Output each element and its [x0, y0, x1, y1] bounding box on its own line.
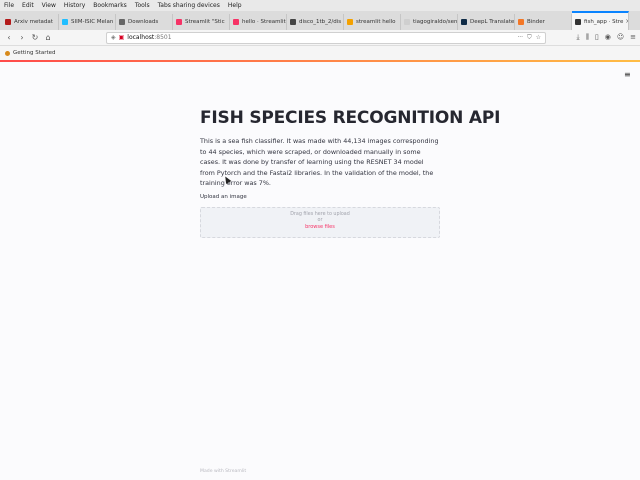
shield-icon: ◈	[111, 34, 116, 41]
reload-icon[interactable]: ↻	[30, 33, 40, 43]
more-actions-icon[interactable]: ···	[517, 34, 523, 42]
browser-tab[interactable]: hello · Streamlit	[230, 14, 287, 30]
menu-item-edit[interactable]: Edit	[22, 0, 34, 11]
tab-favicon-icon	[62, 19, 68, 25]
footer-made-with[interactable]: Made with Streamlit	[200, 469, 246, 474]
browser-tab[interactable]: SIIM-ISIC Melan	[59, 14, 116, 30]
tab-label: DeepL Translate	[470, 19, 515, 25]
tab-label: Streamlit "Stic	[185, 19, 225, 25]
streamlit-decoration-bar	[0, 60, 640, 62]
extension-icon[interactable]: ◉	[605, 33, 611, 42]
url-bar[interactable]: ◈ ▣ localhost:8501 ··· ⛉ ☆	[106, 31, 546, 44]
close-tab-icon[interactable]: ×	[623, 18, 628, 25]
menu-item-history[interactable]: History	[64, 0, 85, 11]
hamburger-menu-icon[interactable]: ≡	[624, 70, 631, 79]
tab-favicon-icon	[176, 19, 182, 25]
page-info-icon: ▣	[118, 34, 125, 41]
browser-tab[interactable]: DeepL Translate	[458, 14, 515, 30]
app-description: This is a sea fish classifier. It was ma…	[200, 137, 439, 187]
browser-tab[interactable]: Arxiv metadat	[2, 14, 59, 30]
sidebar-icon[interactable]: ▯	[595, 33, 599, 42]
tab-bar: Arxiv metadat SIIM-ISIC Melan Downloads Str…	[0, 11, 640, 30]
url-port: :8501	[154, 34, 172, 41]
forward-icon[interactable]: ›	[17, 33, 27, 43]
tab-favicon-icon	[518, 19, 524, 25]
browser-tab[interactable]: streamlit hello	[344, 14, 401, 30]
bookmarks-toolbar: Getting Started	[0, 46, 640, 60]
browser-tab[interactable]: Streamlit "Stic	[173, 14, 230, 30]
tab-favicon-icon	[347, 19, 353, 25]
menu-item-file[interactable]: File	[4, 0, 14, 11]
tab-favicon-icon	[119, 19, 125, 25]
url-host: localhost	[127, 34, 155, 41]
browser-tab[interactable]: Downloads	[116, 14, 173, 30]
browser-tab[interactable]: disco_1tb_2/dis	[287, 14, 344, 30]
tab-label: hello · Streamlit	[242, 19, 286, 25]
tab-label: Downloads	[128, 19, 159, 25]
browse-files-link[interactable]: browse files	[201, 224, 439, 230]
browser-tab[interactable]: Binder	[515, 14, 572, 30]
tab-label: Arxiv metadat	[14, 19, 53, 25]
back-icon[interactable]: ‹	[4, 33, 14, 43]
tab-favicon-icon	[575, 18, 581, 25]
bookmark-getting-started[interactable]: Getting Started	[13, 50, 56, 56]
tab-label: tiagogiraldo/sen	[413, 19, 458, 25]
browser-tab[interactable]: fish_app · Stre×	[572, 11, 629, 30]
menu-item-tools[interactable]: Tools	[135, 0, 150, 11]
menu-bar: File Edit View History Bookmarks Tools Tabs sh…	[0, 0, 640, 11]
menu-item-help[interactable]: Help	[228, 0, 242, 11]
tab-favicon-icon	[461, 19, 467, 25]
bookmark-star-icon[interactable]: ☆	[536, 34, 541, 42]
navigation-toolbar: ‹ › ↻ ⌂ ◈ ▣ localhost:8501 ··· ⛉ ☆ ⤓ ⫼ ▯…	[0, 30, 640, 46]
tab-label: SIIM-ISIC Melan	[71, 19, 114, 25]
tab-favicon-icon	[5, 19, 11, 25]
tab-label: Binder	[527, 19, 545, 25]
tab-favicon-icon	[233, 19, 239, 25]
tab-favicon-icon	[404, 19, 410, 25]
menu-item-view[interactable]: View	[42, 0, 56, 11]
account-icon[interactable]: ☺	[617, 33, 624, 42]
home-icon[interactable]: ⌂	[43, 33, 53, 43]
pocket-icon[interactable]: ⛉	[527, 34, 532, 42]
page-title: FISH SPECIES RECOGNITION API	[200, 108, 501, 128]
dropzone-or: or	[317, 218, 323, 223]
tab-label: streamlit hello	[356, 19, 396, 25]
menu-icon[interactable]: ≡	[630, 33, 636, 42]
menu-item-tabs-sharing-devices[interactable]: Tabs sharing devices	[158, 0, 220, 11]
dropzone-text: Drag files here to upload	[290, 212, 350, 217]
firefox-icon	[5, 50, 10, 56]
tab-label: disco_1tb_2/dis	[299, 19, 342, 25]
file-dropzone[interactable]: Drag files here to upload or browse file…	[200, 207, 440, 238]
tab-label: fish_app · Stre	[584, 18, 624, 25]
menu-item-bookmarks[interactable]: Bookmarks	[93, 0, 127, 11]
upload-label: Upload an image	[200, 194, 247, 200]
tab-favicon-icon	[290, 19, 296, 25]
downloads-icon[interactable]: ⤓	[577, 33, 580, 42]
library-icon[interactable]: ⫼	[586, 33, 589, 42]
browser-tab[interactable]: tiagogiraldo/sen	[401, 14, 458, 30]
